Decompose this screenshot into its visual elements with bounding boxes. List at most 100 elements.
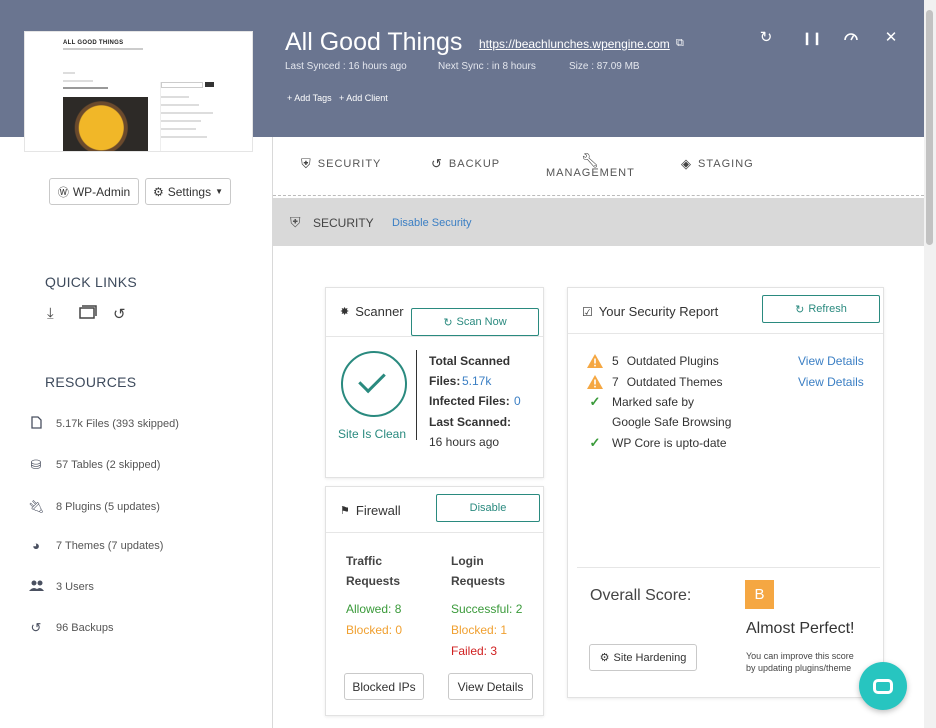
themes-label: Outdated Themes — [626, 375, 723, 389]
resource-item: 3 Users — [28, 579, 94, 594]
files-value: 5.17k — [462, 374, 492, 388]
dashboard-icon[interactable] — [843, 30, 859, 46]
safe-browsing-text: Marked safe by Google Safe Browsing — [612, 392, 731, 432]
warning-icon — [587, 354, 603, 368]
resource-item: ↺ 96 Backups — [28, 620, 114, 636]
pause-icon[interactable]: ❙❙ — [802, 30, 822, 46]
next-sync: Next Sync : in 8 hours — [438, 61, 536, 72]
close-icon[interactable]: ✕ — [883, 30, 899, 46]
wordpress-icon: Ⓦ — [57, 186, 69, 199]
resource-item: ⛁ 57 Tables (2 skipped) — [28, 457, 161, 473]
site-hardening-button[interactable]: ⚙ Site Hardening — [589, 644, 697, 671]
thumbnail-sidebar — [160, 82, 213, 151]
section-tabs: ⛨ SECURITY ↺ BACKUP 🔧︎ MANAGEMENT ◈ STAG… — [273, 137, 924, 196]
bug-icon: ✸ — [340, 306, 350, 318]
total-scanned-label: Total Scanned — [429, 354, 511, 368]
login-heading-2: Requests — [451, 574, 506, 588]
site-title: All Good Things — [285, 28, 463, 56]
chat-button[interactable] — [859, 662, 907, 710]
resources-heading: RESOURCES — [45, 374, 137, 390]
report-title: ☑ Your Security Report — [582, 304, 718, 319]
thumbnail-line — [161, 136, 207, 138]
themes-view-details-link[interactable]: View Details — [798, 375, 864, 389]
thumbnail-line — [161, 112, 213, 114]
chat-icon — [873, 678, 893, 694]
sync-icon[interactable]: ↻ — [758, 30, 774, 46]
safe-browsing-row: ✓ Marked safe by Google Safe Browsing — [586, 392, 732, 432]
login-successful: Successful: 2 — [451, 602, 523, 616]
sync-icon: ↻ — [443, 316, 453, 329]
scan-now-button[interactable]: ↻ Scan Now — [411, 308, 539, 336]
thumbnail-title: ALL GOOD THINGS — [63, 40, 124, 46]
last-synced: Last Synced : 16 hours ago — [285, 61, 407, 72]
restore-icon[interactable]: ↺ — [113, 305, 126, 323]
tab-security-label: SECURITY — [317, 158, 382, 170]
resource-tables: 57 Tables (2 skipped) — [56, 459, 161, 471]
settings-dropdown-button[interactable]: ⚙ Settings ▼ — [145, 178, 231, 205]
login-blocked: Blocked: 1 — [451, 623, 508, 637]
card-divider — [568, 333, 883, 334]
refresh-label: Refresh — [808, 303, 847, 315]
thumbnail-line — [161, 120, 201, 122]
outdated-themes-row: 7 Outdated Themes — [586, 372, 723, 392]
add-client-link[interactable]: + Add Client — [339, 93, 388, 103]
site-url-link[interactable]: https://beachlunches.wpengine.com — [479, 37, 670, 51]
page-scrollbar[interactable] — [924, 0, 936, 728]
settings-label: Settings — [167, 184, 212, 199]
firewall-title: ⚑ Firewall — [340, 503, 401, 518]
traffic-allowed: Allowed: 8 — [346, 602, 402, 616]
blocked-ips-button[interactable]: Blocked IPs — [344, 673, 424, 700]
check-icon: ✓ — [589, 394, 601, 409]
scrollbar-thumb[interactable] — [926, 10, 933, 245]
file-icon — [28, 416, 44, 432]
resource-plugins: 8 Plugins (5 updates) — [56, 501, 160, 513]
plugins-view-details-link[interactable]: View Details — [798, 354, 864, 368]
shield-icon: ⛨ — [301, 156, 312, 171]
add-tags-link[interactable]: + Add Tags — [287, 93, 332, 103]
tab-staging[interactable]: ◈ STAGING — [681, 156, 754, 172]
tab-backup[interactable]: ↺ BACKUP — [431, 156, 500, 172]
disable-label: Disable — [469, 502, 507, 514]
resource-users: 3 Users — [56, 580, 94, 593]
check-icon: ✓ — [589, 435, 601, 450]
site-thumbnail[interactable]: ALL GOOD THINGS — [24, 31, 253, 152]
traffic-heading-2: Requests — [346, 574, 401, 588]
tab-management[interactable]: 🔧︎ MANAGEMENT — [546, 153, 635, 179]
folder-icon[interactable] — [79, 305, 97, 323]
external-link-icon[interactable]: ⧉ — [676, 37, 684, 50]
users-icon — [28, 579, 44, 594]
last-scanned-label: Last Scanned: — [429, 415, 512, 429]
card-divider — [326, 532, 543, 533]
firewall-view-details-button[interactable]: View Details — [448, 673, 533, 700]
tab-security[interactable]: ⛨ SECURITY — [301, 156, 381, 172]
disable-security-link[interactable]: Disable Security — [392, 217, 471, 229]
plugin-icon: 🔌︎ — [28, 499, 45, 514]
wp-core-row: ✓ WP Core is upto-date — [586, 433, 727, 453]
resource-item: 5.17k Files (393 skipped) — [28, 416, 179, 432]
traffic-blocked: Blocked: 0 — [346, 623, 403, 637]
wp-admin-button[interactable]: Ⓦ WP-Admin — [49, 178, 139, 205]
last-scanned-value: 16 hours ago — [429, 435, 500, 449]
disable-firewall-button[interactable]: Disable — [436, 494, 540, 522]
thumbnail-search-button — [205, 82, 214, 87]
thumbnail-line — [161, 128, 196, 130]
history-icon: ↺ — [431, 156, 443, 171]
resource-item: 🔌︎ 8 Plugins (5 updates) — [28, 499, 160, 515]
safe-browsing-line-2: Google Safe Browsing — [612, 415, 732, 429]
thumbnail-line — [63, 80, 93, 82]
refresh-button[interactable]: ↻ Refresh — [762, 295, 880, 323]
gear-icon: ⚙ — [599, 652, 610, 664]
resource-backups: 96 Backups — [56, 622, 114, 634]
plugins-label: Outdated Plugins — [626, 354, 719, 368]
outdated-plugins-row: 5 Outdated Plugins — [586, 351, 719, 371]
thumbnail-food-image — [63, 97, 148, 151]
warning-icon — [587, 375, 603, 389]
thumbnail-line — [63, 72, 75, 74]
palette-icon: ◕ — [32, 538, 40, 553]
download-icon[interactable]: ⤓ — [47, 305, 54, 322]
improve-hint-line-1: You can improve this score — [746, 651, 854, 661]
report-title-label: Your Security Report — [598, 304, 719, 319]
resource-item: ◕ 7 Themes (7 updates) — [28, 538, 163, 553]
login-failed: Failed: 3 — [451, 644, 498, 658]
blocked-ips-label: Blocked IPs — [352, 679, 416, 694]
